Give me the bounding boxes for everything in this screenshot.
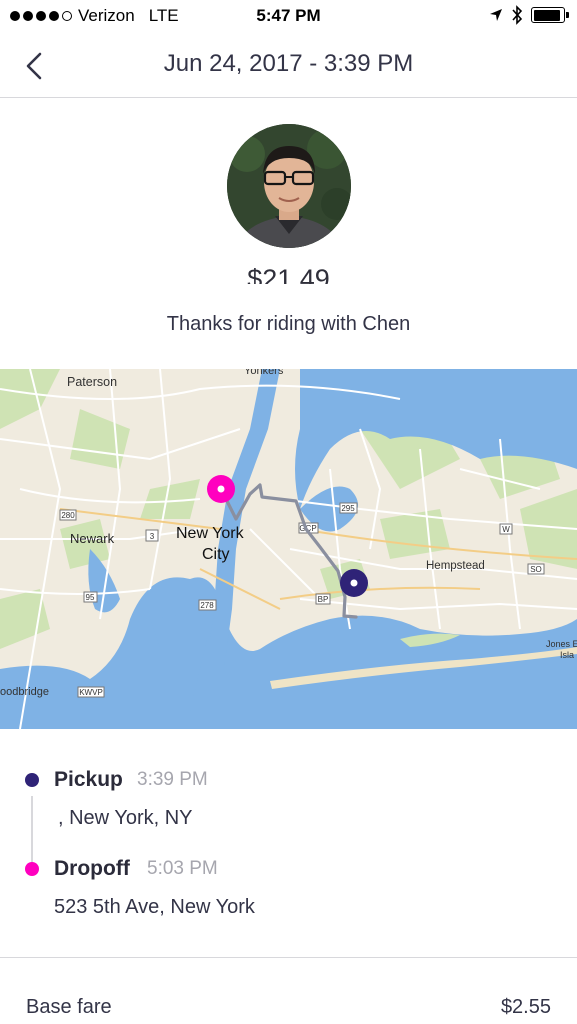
status-icons	[489, 5, 569, 25]
svg-text:KWVP: KWVP	[79, 688, 103, 697]
dropoff-dot-icon	[25, 862, 39, 876]
fare-row-label: Base fare	[26, 996, 112, 1018]
svg-text:280: 280	[61, 511, 75, 520]
svg-text:295: 295	[341, 504, 355, 513]
map-label-woodbridge: oodbridge	[0, 686, 49, 698]
driver-avatar	[227, 124, 351, 248]
svg-text:95: 95	[86, 593, 95, 602]
bluetooth-icon	[512, 5, 523, 25]
thanks-message: Thanks for riding with Chen	[166, 313, 411, 335]
map-label-newark: Newark	[70, 531, 115, 546]
fare-row-amount: $2.55	[500, 996, 551, 1018]
svg-text:278: 278	[200, 601, 214, 610]
map-label-jones: Jones E	[546, 639, 577, 649]
svg-text:W: W	[502, 525, 510, 534]
nav-header: Jun 24, 2017 - 3:39 PM	[0, 34, 577, 98]
map-label-isla: Isla	[560, 650, 574, 660]
pickup-map-marker[interactable]	[340, 569, 368, 597]
pickup-dot-icon	[25, 773, 39, 787]
svg-text:3: 3	[150, 532, 155, 541]
dropoff-map-marker[interactable]	[207, 475, 235, 503]
pickup-address: , New York, NY	[58, 807, 193, 829]
svg-text:BP: BP	[318, 595, 329, 604]
route-connector-line	[31, 796, 33, 866]
location-arrow-icon	[490, 9, 502, 21]
route-map[interactable]: Paterson Yonkers Newark New York City He…	[0, 369, 577, 729]
trip-route-details: Pickup 3:39 PM , New York, NY Dropoff 5:…	[0, 729, 577, 958]
dropoff-time: 5:03 PM	[147, 858, 218, 879]
dropoff-label: Dropoff	[54, 857, 130, 880]
map-label-paterson: Paterson	[67, 375, 117, 389]
pickup-time: 3:39 PM	[137, 769, 208, 790]
battery-icon	[531, 7, 569, 23]
status-bar: Verizon LTE 5:47 PM	[0, 0, 577, 34]
dropoff-address: 523 5th Ave, New York	[54, 896, 255, 918]
fare-row-base: Base fare $2.55	[0, 990, 577, 1024]
map-label-yonkers: Yonkers	[244, 369, 284, 377]
map-label-hempstead: Hempstead	[426, 560, 485, 572]
map-label-new-york: New York	[176, 525, 245, 542]
pickup-label: Pickup	[54, 768, 123, 791]
page-title: Jun 24, 2017 - 3:39 PM	[163, 50, 414, 77]
map-label-city: City	[202, 546, 230, 563]
svg-text:SO: SO	[530, 565, 542, 574]
